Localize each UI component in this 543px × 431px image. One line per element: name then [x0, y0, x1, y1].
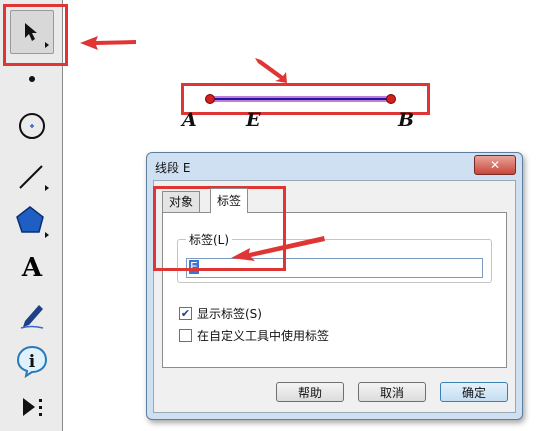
close-icon: ✕ [489, 158, 501, 172]
point-tool-icon [29, 76, 35, 82]
annotation-box-arrow-tool [3, 4, 68, 66]
point-label-a: A [182, 109, 197, 131]
segment-e[interactable] [200, 90, 400, 108]
cancel-button[interactable]: 取消 [358, 382, 426, 402]
compass-tool-button[interactable] [8, 107, 56, 145]
marker-tool-icon [20, 305, 44, 329]
svg-text:i: i [29, 352, 36, 372]
use-label-in-custom-tools-row[interactable]: 在自定义工具中使用标签 [179, 327, 329, 344]
tab-label[interactable]: 标签 [210, 188, 249, 213]
close-button[interactable]: ✕ [474, 155, 516, 175]
segment-label-e: E [246, 109, 261, 131]
compass-tool-icon [19, 113, 45, 139]
ok-button[interactable]: 确定 [440, 382, 508, 402]
marker-tool-button[interactable] [8, 297, 56, 335]
segment-tool-icon [19, 165, 49, 191]
info-tool-icon: i [16, 345, 48, 378]
polygon-tool-button[interactable] [8, 203, 56, 241]
show-label-checkbox-row[interactable]: ✔ 显示标签(S) [179, 305, 262, 322]
dialog-title: 线段 E [155, 161, 191, 175]
info-tool-button[interactable]: i [8, 342, 56, 380]
annotation-arrow-input-icon [231, 236, 325, 261]
use-label-in-custom-tools-checkbox[interactable] [179, 329, 192, 342]
point-a[interactable] [205, 94, 215, 104]
segment-tool-button[interactable] [8, 157, 56, 195]
use-label-in-custom-tools-text: 在自定义工具中使用标签 [197, 329, 330, 343]
show-label-checkbox[interactable]: ✔ [179, 307, 192, 320]
text-tool-icon: A [21, 253, 43, 283]
point-label-b: B [398, 109, 415, 131]
annotation-arrow-down-icon [255, 58, 287, 83]
help-button[interactable]: 帮助 [276, 382, 344, 402]
polygon-tool-icon [16, 206, 49, 238]
custom-tool-icon [23, 398, 42, 416]
show-label-text: 显示标签(S) [197, 307, 262, 321]
point-b[interactable] [386, 94, 396, 104]
text-tool-button[interactable]: A [8, 249, 56, 287]
custom-tool-button[interactable] [8, 388, 56, 426]
